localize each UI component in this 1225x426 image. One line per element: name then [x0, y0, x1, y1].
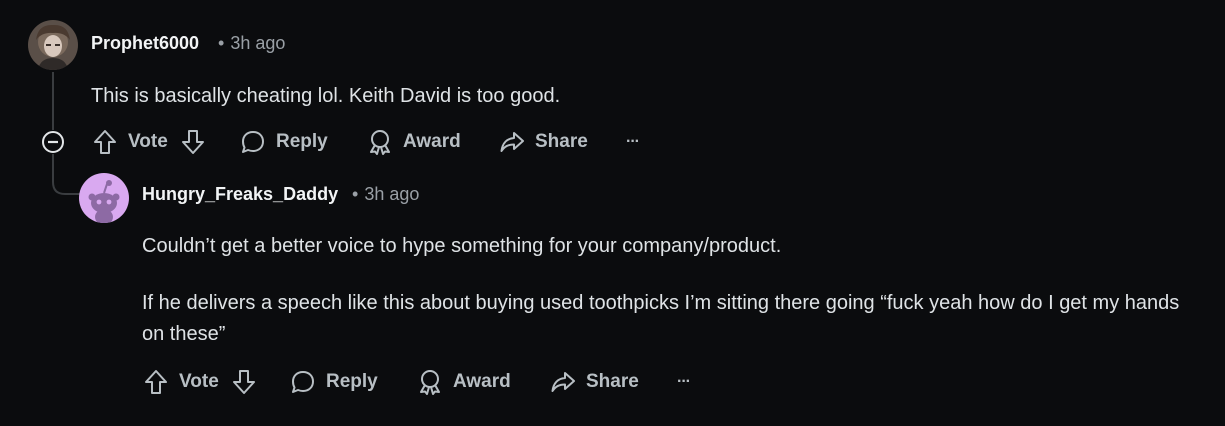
- comment-body-paragraph-2: If he delivers a speech like this about …: [142, 292, 1180, 345]
- share-label: Share: [535, 131, 588, 152]
- reply-label: Reply: [276, 131, 328, 152]
- vote-label: Vote: [128, 131, 168, 152]
- reply-label: Reply: [326, 371, 378, 392]
- more-options-button[interactable]: ···: [626, 127, 640, 157]
- comment-body-paragraph-1: Couldn’t get a better voice to hype some…: [142, 235, 782, 257]
- upvote-button[interactable]: Vote: [143, 367, 219, 397]
- award-ribbon-icon: [370, 130, 390, 155]
- share-button[interactable]: Share: [499, 127, 588, 157]
- thread-line-connector: [52, 160, 80, 195]
- avatar-prophet6000[interactable]: [28, 20, 78, 70]
- comment-username[interactable]: Hungry_Freaks_Daddy: [142, 184, 338, 205]
- award-label: Award: [403, 131, 461, 152]
- downvote-button[interactable]: [231, 367, 257, 397]
- collapse-minus-icon: [42, 131, 64, 153]
- speech-bubble-icon: [242, 131, 264, 153]
- comment-timestamp: • 3h ago: [218, 33, 286, 53]
- arrow-down-icon: [233, 370, 255, 394]
- collapse-thread-button[interactable]: [41, 130, 65, 154]
- award-button[interactable]: Award: [417, 367, 511, 397]
- downvote-button[interactable]: [180, 127, 206, 157]
- arrow-up-icon: [94, 130, 116, 154]
- ellipsis-icon: ···: [626, 133, 640, 150]
- award-button[interactable]: Award: [367, 127, 461, 157]
- share-label: Share: [586, 371, 639, 392]
- share-arrow-icon: [551, 372, 575, 392]
- upvote-button[interactable]: Vote: [92, 127, 168, 157]
- arrow-up-icon: [145, 370, 167, 394]
- comment-time: 3h ago: [364, 184, 420, 204]
- reply-button[interactable]: Reply: [290, 367, 378, 397]
- reply-button[interactable]: Reply: [240, 127, 328, 157]
- award-ribbon-icon: [420, 370, 440, 395]
- ellipsis-icon: ···: [677, 373, 691, 390]
- comment-timestamp: • 3h ago: [352, 184, 420, 204]
- more-options-button[interactable]: ···: [677, 367, 691, 397]
- comment-body: This is basically cheating lol. Keith Da…: [91, 85, 561, 107]
- award-label: Award: [453, 371, 511, 392]
- vote-label: Vote: [179, 371, 219, 392]
- share-arrow-icon: [500, 132, 524, 152]
- comment-username[interactable]: Prophet6000: [91, 33, 199, 54]
- comment-time: 3h ago: [230, 33, 286, 53]
- avatar-hungry-freaks-daddy[interactable]: [79, 173, 129, 223]
- speech-bubble-icon: [292, 371, 314, 393]
- arrow-down-icon: [182, 130, 204, 154]
- share-button[interactable]: Share: [550, 367, 639, 397]
